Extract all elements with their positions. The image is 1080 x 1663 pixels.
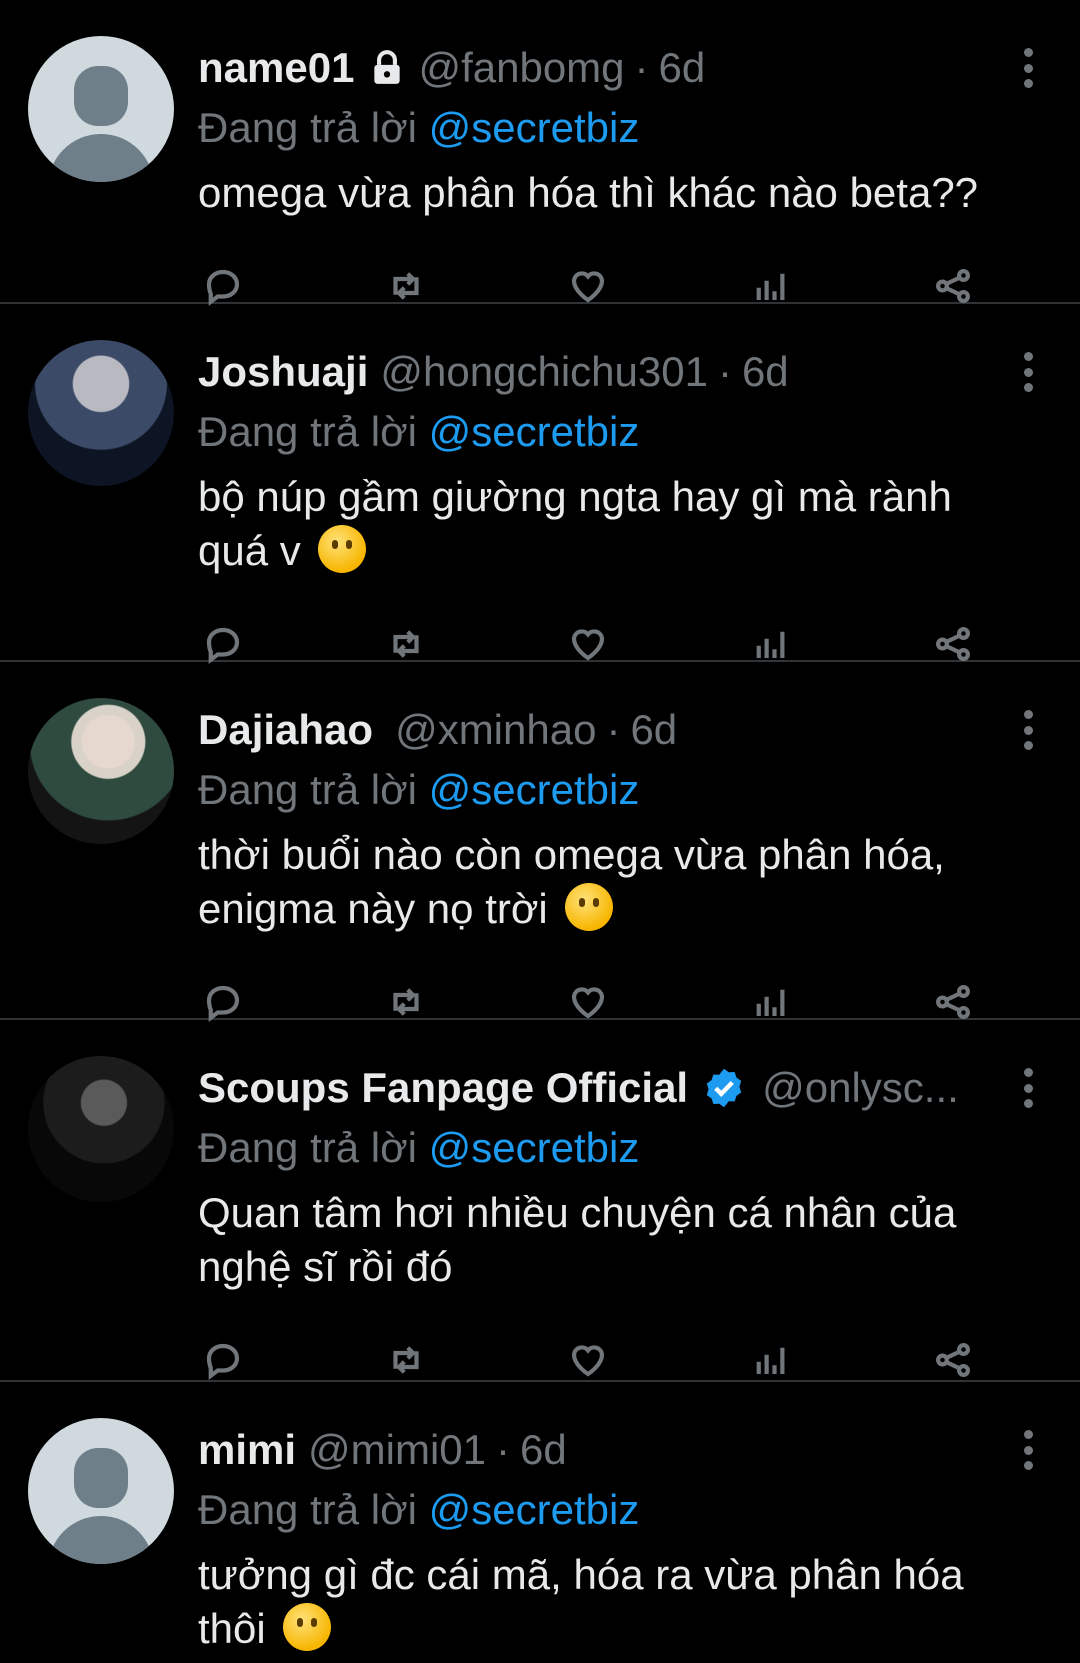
more-options-icon[interactable] — [1016, 1430, 1040, 1470]
more-options-icon[interactable] — [1016, 1068, 1040, 1108]
tweet[interactable]: Joshuaji @hongchichu301 · 6d Đang trả lờ… — [0, 304, 1080, 664]
reply-context: Đang trả lời @secretbiz — [198, 766, 1080, 818]
tweet[interactable]: Dajiahao @xminhao · 6d Đang trả lời @sec… — [0, 662, 1080, 1022]
tweet-text-content: Quan tâm hơi nhiều chuyện cá nhân của ng… — [198, 1189, 957, 1290]
handle[interactable]: @hongchichu301 — [380, 348, 708, 396]
separator: · — [717, 348, 732, 395]
more-options-icon[interactable] — [1016, 352, 1040, 392]
tweet-text: bộ núp gầm giường ngta hay gì mà rành qu… — [198, 470, 1080, 578]
reply-icon[interactable] — [198, 1335, 248, 1385]
handle[interactable]: @xminhao — [395, 706, 596, 754]
tweet-text: Quan tâm hơi nhiều chuyện cá nhân của ng… — [198, 1186, 1080, 1294]
share-icon[interactable] — [928, 1335, 978, 1385]
tweet-text: omega vừa phân hóa thì khác nào beta?? — [198, 166, 1080, 220]
timestamp[interactable]: 6d — [742, 348, 789, 396]
reply-context: Đang trả lời @secretbiz — [198, 408, 1080, 460]
reply-mention[interactable]: @secretbiz — [429, 766, 640, 813]
separator: · — [606, 706, 621, 753]
handle[interactable]: @fanbomg — [418, 44, 624, 92]
like-icon[interactable] — [563, 1335, 613, 1385]
reply-mention[interactable]: @secretbiz — [429, 1124, 640, 1171]
display-name[interactable]: Scoups Fanpage Official — [198, 1064, 688, 1112]
reply-context: Đang trả lời @secretbiz — [198, 104, 1080, 156]
tweet-header: Joshuaji @hongchichu301 · 6d — [198, 304, 1080, 400]
smirking-face-emoji — [283, 1603, 332, 1651]
lock-icon — [368, 48, 406, 88]
separator: · — [496, 1426, 511, 1473]
display-name[interactable]: Joshuaji — [198, 348, 368, 396]
separator: · — [634, 44, 649, 91]
tweet-header: Dajiahao @xminhao · 6d — [198, 662, 1080, 758]
avatar[interactable] — [28, 1418, 174, 1564]
reply-prefix: Đang trả lời — [198, 408, 417, 455]
handle[interactable]: @mimi01 — [308, 1426, 486, 1474]
avatar[interactable] — [28, 698, 174, 844]
reply-prefix: Đang trả lời — [198, 1486, 417, 1533]
tweet-header: mimi @mimi01 · 6d — [198, 1382, 1080, 1478]
reply-mention[interactable]: @secretbiz — [429, 408, 640, 455]
reply-prefix: Đang trả lời — [198, 766, 417, 813]
reply-context: Đang trả lời @secretbiz — [198, 1486, 1080, 1538]
views-icon[interactable] — [746, 1335, 796, 1385]
avatar[interactable] — [28, 1056, 174, 1202]
timestamp[interactable]: 6d — [630, 706, 677, 754]
reply-mention[interactable]: @secretbiz — [429, 1486, 640, 1533]
tweet-text-content: bộ núp gầm giường ngta hay gì mà rành qu… — [198, 473, 952, 574]
tweet[interactable]: Scoups Fanpage Official @onlysc... Đang … — [0, 1020, 1080, 1382]
reply-prefix: Đang trả lời — [198, 1124, 417, 1171]
retweet-icon[interactable] — [381, 1335, 431, 1385]
more-options-icon[interactable] — [1016, 710, 1040, 750]
avatar[interactable] — [28, 36, 174, 182]
display-name[interactable]: mimi — [198, 1426, 296, 1474]
reply-mention[interactable]: @secretbiz — [429, 104, 640, 151]
display-name[interactable]: name01 — [198, 44, 354, 92]
reply-feed: name01 @fanbomg · 6d Đang trả lời @secre… — [0, 0, 1080, 1663]
tweet-header: name01 @fanbomg · 6d — [198, 0, 1080, 96]
handle[interactable]: @onlysc... — [762, 1064, 959, 1112]
avatar[interactable] — [28, 340, 174, 486]
more-options-icon[interactable] — [1016, 48, 1040, 88]
display-name[interactable]: Dajiahao — [198, 706, 373, 754]
tweet[interactable]: name01 @fanbomg · 6d Đang trả lời @secre… — [0, 0, 1080, 306]
timestamp[interactable]: 6d — [659, 44, 706, 92]
timestamp[interactable]: 6d — [520, 1426, 567, 1474]
reply-prefix: Đang trả lời — [198, 104, 417, 151]
action-bar — [198, 1330, 978, 1390]
reply-context: Đang trả lời @secretbiz — [198, 1124, 1080, 1176]
tweet-text-content: omega vừa phân hóa thì khác nào beta?? — [198, 169, 979, 216]
tweet[interactable]: mimi @mimi01 · 6d Đang trả lời @secretbi… — [0, 1382, 1080, 1663]
verified-badge-icon — [702, 1066, 746, 1110]
tweet-header: Scoups Fanpage Official @onlysc... — [198, 1020, 1080, 1116]
tweet-text: thời buổi nào còn omega vừa phân hóa, en… — [198, 828, 1080, 936]
smiling-face-emoji — [565, 883, 614, 931]
smiling-face-emoji — [318, 525, 367, 573]
tweet-text: tưởng gì đc cái mã, hóa ra vừa phân hóa … — [198, 1548, 1080, 1656]
